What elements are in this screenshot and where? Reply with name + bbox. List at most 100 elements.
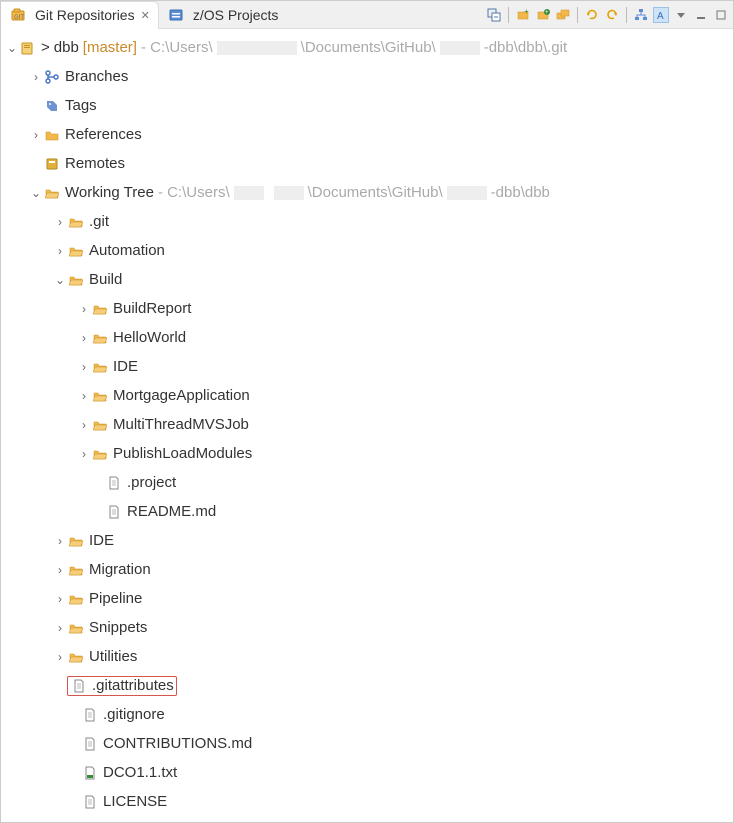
repo-path-c: -dbb\dbb\.git [484, 39, 567, 56]
folder-open-icon [67, 271, 85, 289]
tree-label: IDE [113, 358, 138, 375]
repo-name: dbb [54, 39, 79, 56]
tree-folder-ide-build[interactable]: › IDE [1, 352, 733, 381]
svg-text:GIT: GIT [14, 15, 24, 21]
expand-arrow-icon[interactable]: ⌄ [5, 41, 19, 55]
minimize-icon[interactable] [693, 7, 709, 23]
tree-label: .gitignore [103, 706, 165, 723]
tree-file-readme-build[interactable]: › README.md [1, 497, 733, 526]
expand-arrow-icon: › [29, 157, 43, 171]
close-icon[interactable]: ✕ [141, 9, 150, 22]
svg-text:+: + [545, 10, 549, 16]
tree-folder-snippets[interactable]: › Snippets [1, 613, 733, 642]
tree-label: LICENSE [103, 793, 167, 810]
expand-arrow-icon[interactable]: › [53, 592, 67, 606]
tree-folder-automation[interactable]: › Automation [1, 236, 733, 265]
tree-file-license[interactable]: › LICENSE [1, 787, 733, 816]
tree-folder-ide[interactable]: › IDE [1, 526, 733, 555]
repo-path-a: - C:\Users\ [141, 39, 213, 56]
folder-open-icon [43, 184, 61, 202]
folder-open-icon [67, 561, 85, 579]
tree-label: README.md [127, 503, 216, 520]
git-repositories-view: GIT Git Repositories ✕ z/OS Projects + +… [0, 0, 734, 823]
expand-arrow-icon[interactable]: › [29, 128, 43, 142]
tree-tags[interactable]: › Tags [1, 91, 733, 120]
expand-arrow-icon[interactable]: › [53, 244, 67, 258]
svg-text:+: + [524, 8, 529, 16]
tree-label: Remotes [65, 155, 125, 172]
tree-label: Utilities [89, 648, 137, 665]
file-icon [70, 677, 88, 695]
filter-icon[interactable]: A [653, 7, 669, 23]
tree-file-project[interactable]: › .project [1, 468, 733, 497]
expand-arrow-icon[interactable]: › [53, 534, 67, 548]
expand-arrow-icon[interactable]: › [77, 360, 91, 374]
expand-arrow-icon[interactable]: ⌄ [53, 273, 67, 287]
tree-label: Migration [89, 561, 151, 578]
expand-arrow-icon[interactable]: › [77, 331, 91, 345]
add-repo-icon[interactable]: + [535, 7, 551, 23]
tree-folder-mortgage[interactable]: › MortgageApplication [1, 381, 733, 410]
expand-arrow-icon[interactable]: › [29, 70, 43, 84]
expand-arrow-icon[interactable]: › [53, 650, 67, 664]
refresh-icon[interactable] [584, 7, 600, 23]
redacted [447, 186, 487, 200]
expand-arrow-icon[interactable]: › [53, 563, 67, 577]
tree-file-gitignore[interactable]: › .gitignore [1, 700, 733, 729]
expand-arrow-icon[interactable]: › [77, 302, 91, 316]
hierarchy-icon[interactable] [633, 7, 649, 23]
wt-path-b: \Documents\GitHub\ [308, 184, 443, 201]
file-icon [105, 503, 123, 521]
expand-arrow-icon: › [29, 99, 43, 113]
tree-folder-buildreport[interactable]: › BuildReport [1, 294, 733, 323]
tree-folder-multithread[interactable]: › MultiThreadMVSJob [1, 410, 733, 439]
tree-label: Working Tree [65, 184, 154, 201]
tree-folder-utilities[interactable]: › Utilities [1, 642, 733, 671]
tree-label: MortgageApplication [113, 387, 250, 404]
expand-arrow-icon[interactable]: › [53, 215, 67, 229]
view-menu-icon[interactable] [673, 7, 689, 23]
link-editor-icon[interactable]: + [515, 7, 531, 23]
repo-icon [19, 39, 37, 57]
tree-folder-publish[interactable]: › PublishLoadModules [1, 439, 733, 468]
tree-label: Branches [65, 68, 128, 85]
collapse-all-icon[interactable] [486, 7, 502, 23]
folder-open-icon [67, 619, 85, 637]
maximize-icon[interactable] [713, 7, 729, 23]
tree-folder-pipeline[interactable]: › Pipeline [1, 584, 733, 613]
tree-label: CONTRIBUTIONS.md [103, 735, 252, 752]
tree-working-tree[interactable]: ⌄ Working Tree - C:\Users\ \Documents\Gi… [1, 178, 733, 207]
tree-remotes[interactable]: › Remotes [1, 149, 733, 178]
expand-arrow-icon[interactable]: › [77, 447, 91, 461]
folder-open-icon [67, 648, 85, 666]
tree-file-contributions[interactable]: › CONTRIBUTIONS.md [1, 729, 733, 758]
expand-arrow-icon[interactable]: ⌄ [29, 186, 43, 200]
tree-file-readme[interactable]: › README.md [1, 816, 733, 822]
undo-icon[interactable] [604, 7, 620, 23]
tree-references[interactable]: › References [1, 120, 733, 149]
repo-branch: [master] [83, 39, 137, 56]
tree-file-gitattributes[interactable]: .gitattributes [1, 671, 733, 700]
folder-icon [43, 126, 61, 144]
folder-open-icon [91, 445, 109, 463]
expand-arrow-icon[interactable]: › [77, 389, 91, 403]
tab-git-repositories[interactable]: GIT Git Repositories ✕ [1, 1, 159, 29]
tab-zos-projects[interactable]: z/OS Projects [159, 1, 287, 29]
clone-repo-icon[interactable] [555, 7, 571, 23]
tree-folder-git[interactable]: › .git [1, 207, 733, 236]
branches-icon [43, 68, 61, 86]
tree-branches[interactable]: › Branches [1, 62, 733, 91]
tree-folder-build[interactable]: ⌄ Build [1, 265, 733, 294]
expand-arrow-icon[interactable]: › [77, 418, 91, 432]
tree-repo-root[interactable]: ⌄ > dbb [master] - C:\Users\ \Documents\… [1, 33, 733, 62]
file-txt-icon [81, 764, 99, 782]
svg-text:A: A [657, 11, 664, 21]
tree-label: HelloWorld [113, 329, 186, 346]
redacted [274, 186, 304, 200]
tree-file-dco[interactable]: › DCO1.1.txt [1, 758, 733, 787]
expand-arrow-icon[interactable]: › [53, 621, 67, 635]
tree-folder-migration[interactable]: › Migration [1, 555, 733, 584]
tree-folder-helloworld[interactable]: › HelloWorld [1, 323, 733, 352]
file-icon [81, 735, 99, 753]
folder-open-icon [67, 242, 85, 260]
